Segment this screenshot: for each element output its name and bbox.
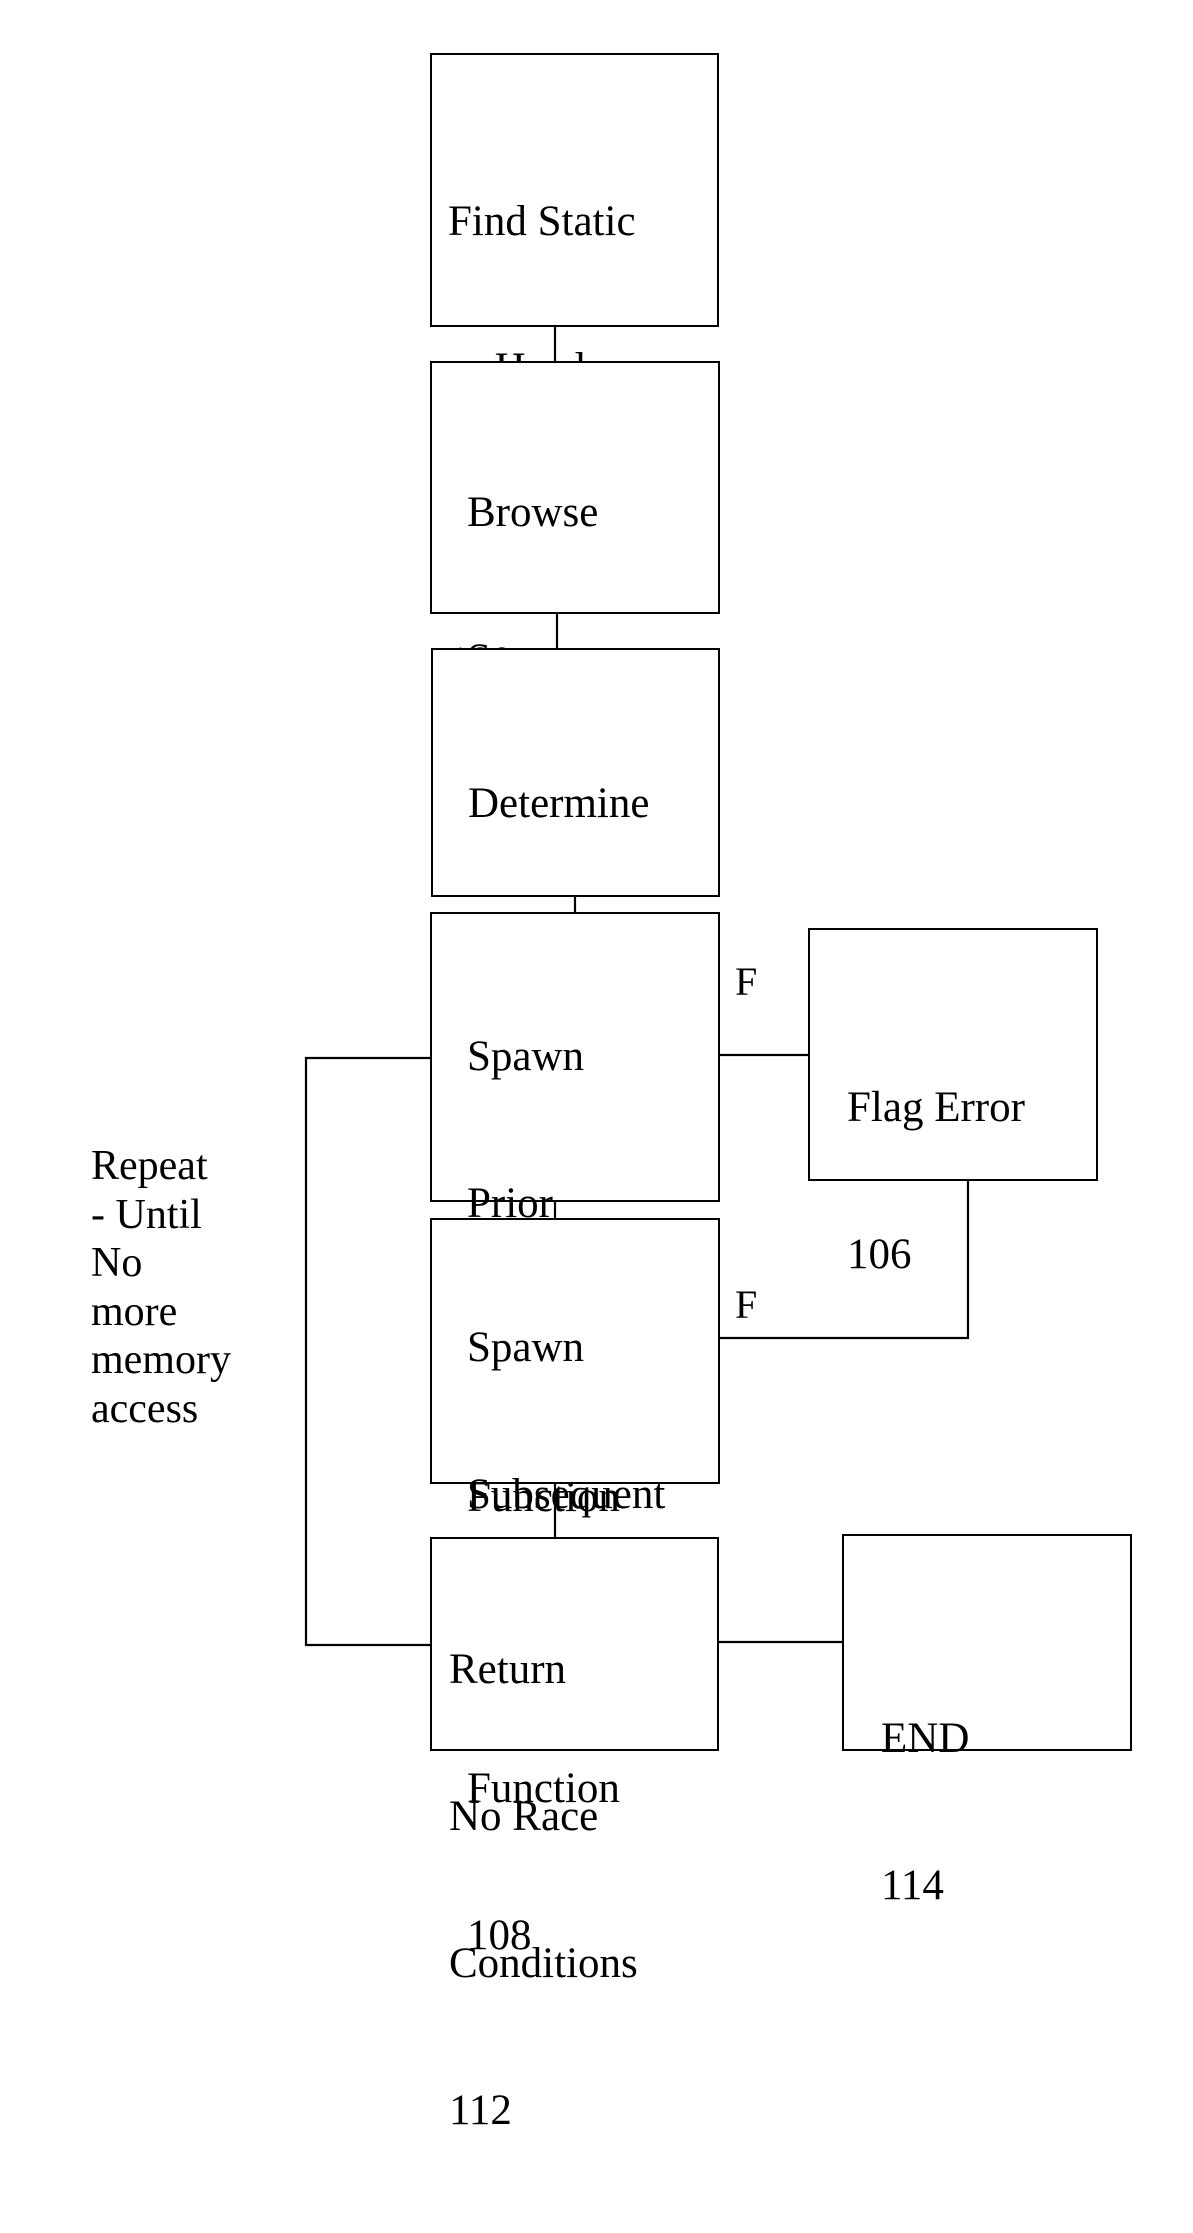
node-label: Return No Race Conditions 112 [449, 1547, 638, 2233]
loop-note-line: - Until [91, 1191, 202, 1238]
node-label-line: Determine [468, 780, 650, 827]
edge-label-false-104: F [735, 959, 758, 1004]
node-label-line: Find Static [448, 198, 636, 245]
node-browse-source-files: Browse Source Files 102 [430, 361, 720, 977]
node-label-line: Browse [467, 489, 599, 536]
node-label: Flag Error 106 [847, 985, 1025, 1377]
node-ref-number: 112 [449, 2087, 512, 2134]
loop-note-line: more [91, 1288, 178, 1335]
loop-note-line: Repeat [91, 1143, 208, 1189]
loop-note-line: No [91, 1240, 143, 1286]
edge-label-false-108: F [735, 1282, 758, 1327]
loop-connector-112-to-104 [304, 1056, 431, 1647]
node-spawn-subsequent-deassertion-function: Spawn Subsequent DeAssertion Function 10… [430, 1218, 720, 1959]
node-label-line: No Race [449, 1793, 599, 1840]
node-label-line: END [881, 1715, 970, 1762]
node-label: END 114 [881, 1616, 969, 2008]
node-return-no-race-conditions: Return No Race Conditions 112 [430, 1537, 719, 2134]
node-flag-error: Flag Error 106 [808, 928, 1098, 1278]
node-find-static-or-head-variable: Find Static or Head Variable 100 [430, 53, 719, 686]
loop-note-line: access [91, 1385, 199, 1432]
loop-note-line: memory [91, 1337, 231, 1383]
node-label-line: Return [449, 1646, 567, 1693]
node-spawn-prior-assertion-function: Spawn Prior Assertion Function 104 [430, 912, 720, 1668]
node-label-line: Flag Error [847, 1084, 1025, 1131]
node-label-line: Conditions [449, 1940, 638, 1987]
node-label-line: Spawn [467, 1033, 585, 1080]
node-label-line: Subsequent [467, 1471, 666, 1518]
node-ref-number: 106 [847, 1231, 912, 1278]
node-end: END 114 [842, 1534, 1132, 1909]
node-label-line: Spawn [467, 1324, 585, 1371]
loop-repeat-note: Repeat - Until No more memory access [91, 1142, 231, 1433]
node-determine-type-of-protection: Determine Type of Protection 103 [431, 648, 720, 1268]
node-ref-number: 114 [881, 1862, 944, 1909]
